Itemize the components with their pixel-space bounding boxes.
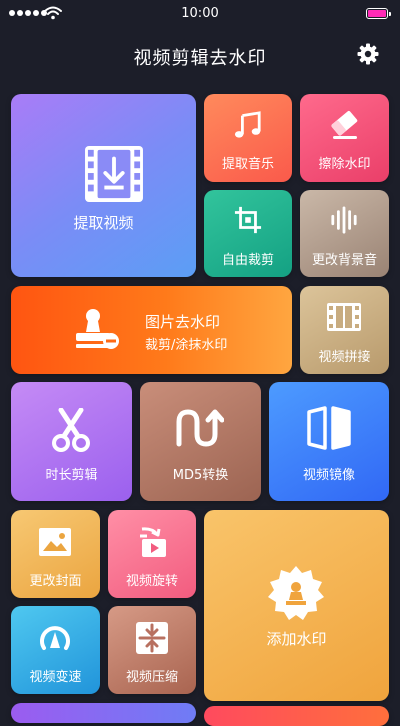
scissors-icon [52, 408, 90, 452]
md5-convert-label: MD5转换 [172, 468, 229, 483]
sound-wave-icon [331, 206, 357, 234]
eraser-icon [331, 110, 358, 139]
video-compress-label: 视频压缩 [125, 670, 178, 685]
video-mirror-label: 视频镜像 [302, 468, 355, 483]
md5-convert-tile[interactable]: MD5转换 [140, 382, 261, 501]
video-mirror-tile[interactable]: 视频镜像 [269, 382, 389, 501]
page-title: 视频剪辑去水印 [133, 48, 267, 69]
image-watermark-title: 图片去水印 [145, 313, 221, 331]
battery-icon [366, 8, 391, 19]
wave-convert-icon [176, 409, 224, 447]
change-cover-tile[interactable]: 更改封面 [11, 510, 100, 598]
speedometer-icon [40, 626, 70, 650]
settings-gear-icon[interactable] [356, 42, 380, 66]
next-row-tile-left[interactable] [11, 703, 196, 723]
image-watermark-tile[interactable]: 图片去水印 裁剪/涂抹水印 [11, 286, 292, 374]
free-crop-label: 自由裁剪 [221, 253, 274, 268]
watermark-badge-icon [268, 566, 324, 620]
film-strip-icon [327, 303, 361, 331]
add-watermark-label: 添加水印 [266, 630, 327, 648]
status-time: 10:00 [181, 6, 219, 21]
erase-watermark-tile[interactable]: 擦除水印 [300, 94, 389, 182]
image-watermark-subtitle: 裁剪/涂抹水印 [145, 338, 228, 353]
change-cover-label: 更改封面 [29, 574, 82, 589]
rotate-icon [140, 527, 166, 557]
add-watermark-tile[interactable]: 添加水印 [204, 510, 389, 701]
video-join-label: 视频拼接 [318, 350, 371, 365]
next-row-tile-right[interactable] [204, 706, 389, 726]
change-bgm-tile[interactable]: 更改背景音 [300, 190, 389, 277]
extract-audio-label: 提取音乐 [221, 157, 274, 172]
free-crop-tile[interactable]: 自由裁剪 [204, 190, 292, 277]
duration-cut-label: 时长剪辑 [45, 468, 98, 483]
crop-icon [234, 206, 262, 234]
status-bar: 10:00 [0, 0, 400, 28]
video-download-icon [85, 146, 143, 202]
extract-audio-tile[interactable]: 提取音乐 [204, 94, 292, 182]
extract-video-label: 提取视频 [73, 214, 134, 232]
mirror-icon [307, 406, 351, 450]
video-speed-tile[interactable]: 视频变速 [11, 606, 100, 694]
video-join-tile[interactable]: 视频拼接 [300, 286, 389, 374]
compress-icon [136, 622, 168, 654]
erase-watermark-label: 擦除水印 [318, 157, 371, 172]
video-speed-label: 视频变速 [29, 670, 82, 685]
video-compress-tile[interactable]: 视频压缩 [108, 606, 196, 694]
change-bgm-label: 更改背景音 [311, 253, 377, 268]
stamp-remove-icon [76, 309, 119, 349]
extract-video-tile[interactable]: 提取视频 [11, 94, 196, 277]
duration-cut-tile[interactable]: 时长剪辑 [11, 382, 132, 501]
video-rotate-label: 视频旋转 [125, 574, 178, 589]
video-rotate-tile[interactable]: 视频旋转 [108, 510, 196, 598]
music-note-icon [234, 111, 261, 138]
image-icon [39, 528, 71, 556]
